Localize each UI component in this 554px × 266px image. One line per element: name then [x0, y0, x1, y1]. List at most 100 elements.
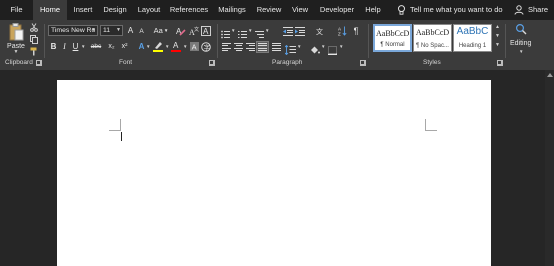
clipboard-group-label: Clipboard — [5, 59, 33, 66]
phonetic-guide-icon[interactable]: A 文 — [189, 26, 199, 36]
change-case-button[interactable]: Aa ▼ — [153, 25, 169, 36]
show-formatting-marks-button[interactable]: ¶ — [351, 25, 361, 36]
style-name: ¶ Normal — [380, 42, 405, 48]
magnifier-icon — [515, 23, 527, 35]
tab-design[interactable]: Design — [100, 0, 130, 20]
dialog-launcher-icon[interactable] — [209, 60, 215, 66]
align-right-icon[interactable] — [246, 43, 255, 51]
highlighter-icon — [155, 42, 162, 49]
dialog-launcher-icon[interactable] — [36, 60, 42, 66]
shrink-font-button[interactable]: A — [137, 26, 146, 37]
line-spacing-button[interactable]: ▼ — [284, 42, 301, 56]
chevron-down-icon: ▼ — [231, 28, 236, 33]
style-name: Heading 1 — [458, 43, 487, 49]
font-color-button[interactable]: A — [171, 41, 181, 53]
line-spacing-icon — [284, 44, 296, 56]
crop-mark-top-right — [425, 119, 437, 131]
tab-review[interactable]: Review — [254, 0, 284, 20]
chevron-up-icon[interactable]: ▲ — [495, 24, 500, 30]
font-size-value: 11 — [103, 27, 111, 34]
subscript-button[interactable]: x₂ — [106, 41, 117, 52]
chevron-down-icon: ▼ — [91, 27, 96, 33]
tab-help[interactable]: Help — [362, 0, 384, 20]
paste-button[interactable]: Paste ▼ — [5, 22, 27, 58]
editing-button[interactable]: Editing ▼ — [508, 22, 534, 58]
chevron-down-icon: ▼ — [339, 44, 344, 49]
style-sample: AaBbCcD — [415, 28, 450, 37]
style-heading-1[interactable]: AaBbC Heading 1 — [453, 24, 492, 52]
text-effects-button[interactable]: A — [137, 41, 146, 52]
align-center-icon[interactable] — [234, 43, 243, 51]
tab-view[interactable]: View — [288, 0, 312, 20]
chevron-down-icon: ▼ — [248, 28, 253, 33]
numbering-button[interactable]: ▼ — [238, 26, 253, 38]
paint-bucket-icon — [311, 46, 320, 54]
svg-text:Z: Z — [338, 32, 341, 37]
superscript-button[interactable]: x² — [119, 41, 130, 52]
scroll-up-icon[interactable] — [547, 73, 553, 77]
font-size-combo[interactable]: 11 ▼ — [100, 25, 123, 36]
justify-button[interactable] — [256, 41, 269, 53]
chevron-down-icon[interactable]: ▼ — [183, 44, 187, 49]
sort-icon[interactable]: A Z — [338, 26, 347, 36]
paste-icon — [9, 23, 24, 41]
style-no-spacing[interactable]: AaBbCcD ¶ No Spac... — [413, 24, 452, 52]
distributed-icon[interactable] — [272, 43, 281, 51]
borders-button[interactable]: ▼ — [328, 42, 344, 55]
enclose-characters-icon[interactable]: 字 — [201, 42, 211, 52]
multilevel-list-icon — [255, 31, 264, 38]
increase-indent-icon[interactable] — [295, 27, 305, 36]
shading-button[interactable]: ▼ — [310, 42, 326, 54]
cut-icon[interactable] — [30, 23, 38, 32]
vertical-scrollbar[interactable] — [545, 70, 554, 266]
share-label: Share — [528, 5, 549, 14]
format-painter-icon[interactable] — [30, 47, 38, 56]
align-left-icon[interactable] — [222, 43, 231, 51]
multilevel-list-button[interactable]: ▼ — [255, 26, 269, 38]
numbered-list-icon — [238, 31, 247, 38]
chevron-down-icon[interactable]: ▼ — [81, 44, 85, 49]
chevron-down-icon[interactable]: ▼ — [146, 44, 150, 49]
document-page[interactable] — [57, 80, 491, 266]
tab-home[interactable]: Home — [33, 0, 67, 20]
highlight-color-button[interactable] — [153, 41, 163, 53]
chevron-down-icon: ▼ — [519, 49, 524, 54]
person-icon — [514, 5, 524, 15]
lightbulb-icon — [398, 5, 405, 15]
clear-formatting-icon[interactable]: A — [176, 26, 186, 36]
more-styles-icon[interactable]: ▼ — [495, 42, 500, 48]
grow-font-button[interactable]: A — [126, 25, 135, 36]
italic-button[interactable]: I — [60, 41, 69, 52]
bold-button[interactable]: B — [49, 41, 58, 52]
dialog-launcher-icon[interactable] — [497, 60, 503, 66]
editing-label: Editing — [510, 40, 532, 47]
tab-file[interactable]: File — [4, 0, 29, 20]
tab-insert[interactable]: Insert — [69, 0, 97, 20]
decrease-indent-icon[interactable] — [283, 27, 293, 36]
svg-text:文: 文 — [316, 27, 323, 36]
tab-layout[interactable]: Layout — [134, 0, 164, 20]
justify-icon — [258, 43, 267, 51]
underline-button[interactable]: U — [71, 41, 80, 52]
strikethrough-button[interactable]: abc — [88, 41, 104, 52]
character-shading-icon[interactable]: A — [190, 42, 199, 51]
svg-text:A: A — [192, 43, 197, 52]
copy-icon[interactable] — [30, 35, 38, 44]
font-group-label: Font — [119, 59, 133, 66]
tab-developer[interactable]: Developer — [316, 0, 358, 20]
chevron-down-icon[interactable]: ▼ — [495, 33, 500, 39]
style-sample: AaBbC — [456, 26, 489, 37]
tab-mailings[interactable]: Mailings — [214, 0, 250, 20]
dialog-launcher-icon[interactable] — [360, 60, 366, 66]
asian-layout-icon[interactable]: 文 — [316, 26, 326, 36]
style-normal[interactable]: AaBbCcD ¶ Normal — [373, 24, 412, 52]
font-name-combo[interactable]: Times New Ro ▼ — [48, 25, 98, 36]
tab-references[interactable]: References — [168, 0, 210, 20]
bullets-button[interactable]: ▼ — [221, 26, 236, 39]
chevron-down-icon: ▼ — [163, 28, 169, 33]
ribbon-tab-bar: File Home Insert Design Layout Reference… — [0, 0, 554, 20]
character-border-icon[interactable]: A — [201, 26, 211, 36]
chevron-down-icon[interactable]: ▼ — [165, 44, 169, 49]
font-name-value: Times New Ro — [51, 27, 96, 34]
font-color-swatch — [171, 50, 181, 52]
